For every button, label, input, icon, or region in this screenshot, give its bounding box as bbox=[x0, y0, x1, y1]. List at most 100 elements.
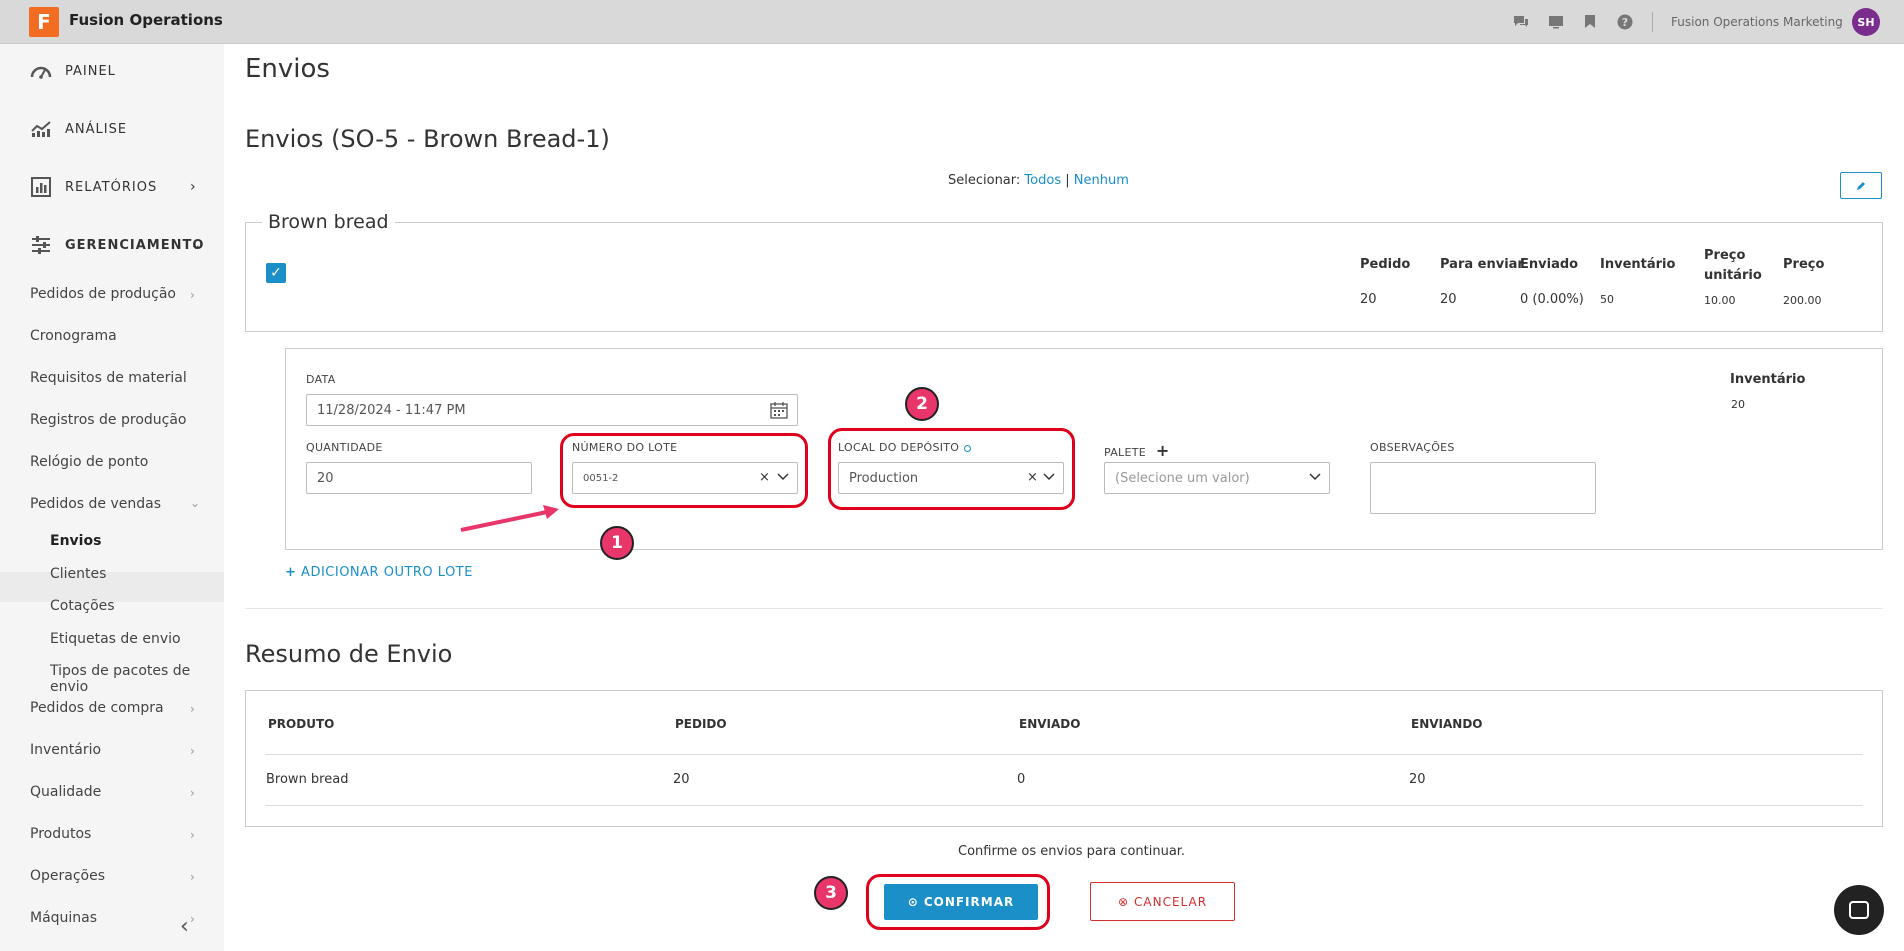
sidebar-item-analise[interactable]: ANÁLISE bbox=[0, 109, 224, 149]
quantity-value: 20 bbox=[317, 470, 334, 486]
chevron-right-icon: › bbox=[190, 288, 195, 302]
summary-header-pedido: PEDIDO bbox=[675, 717, 727, 731]
app-logo[interactable]: F bbox=[29, 7, 59, 37]
summary-header-enviado: ENVIADO bbox=[1019, 717, 1081, 731]
value-pedido: 20 bbox=[1360, 292, 1377, 307]
sidebar-item-operacoes[interactable]: Operações bbox=[30, 868, 105, 884]
check-circle-icon: ⊙ bbox=[907, 895, 919, 909]
reports-icon bbox=[30, 176, 52, 198]
value-enviado: 0 (0.00%) bbox=[1520, 292, 1584, 307]
add-pallet-icon[interactable]: + bbox=[1156, 441, 1170, 460]
product-checkbox[interactable]: ✓ bbox=[266, 263, 286, 283]
value-inventario: 50 bbox=[1600, 293, 1614, 306]
annotation-badge-1: 1 bbox=[600, 526, 634, 560]
sidebar-item-requisitos[interactable]: Requisitos de material bbox=[30, 370, 187, 386]
select-line: Selecionar: Todos | Nenhum bbox=[948, 173, 1129, 188]
pallet-placeholder: (Selecione um valor) bbox=[1115, 470, 1250, 486]
add-lot-link[interactable]: + ADICIONAR OUTRO LOTE bbox=[285, 565, 473, 580]
sidebar-item-pedidos-compra[interactable]: Pedidos de compra bbox=[30, 700, 164, 716]
chevron-right-icon: › bbox=[190, 912, 195, 926]
org-name[interactable]: Fusion Operations Marketing bbox=[1671, 15, 1843, 29]
notes-textarea[interactable] bbox=[1370, 462, 1596, 514]
sidebar-item-label: PAINEL bbox=[65, 63, 116, 79]
top-bar: F Fusion Operations ? Fusion Operations … bbox=[0, 0, 1904, 44]
sidebar-item-relatorios[interactable]: RELATÓRIOS › bbox=[0, 167, 224, 207]
chat-widget-button[interactable] bbox=[1834, 885, 1884, 935]
table-row-divider bbox=[265, 805, 1863, 806]
chevron-right-icon: › bbox=[190, 786, 195, 800]
chevron-right-icon: › bbox=[190, 179, 196, 195]
confirm-button[interactable]: ⊙ CONFIRMAR bbox=[884, 884, 1038, 920]
sidebar-item-registros[interactable]: Registros de produção bbox=[30, 412, 186, 428]
sidebar-item-produtos[interactable]: Produtos bbox=[30, 826, 91, 842]
sidebar-item-pedidos-vendas[interactable]: Pedidos de vendas bbox=[30, 496, 161, 512]
header-pedido: Pedido bbox=[1360, 257, 1411, 272]
screen-icon[interactable] bbox=[1547, 13, 1564, 30]
divider bbox=[245, 608, 1883, 609]
collapse-sidebar-icon[interactable]: ‹ bbox=[180, 914, 189, 939]
sidebar-subitem-clientes[interactable]: Clientes bbox=[50, 566, 106, 582]
help-icon[interactable]: ? bbox=[1616, 13, 1633, 30]
quantity-label: QUANTIDADE bbox=[306, 441, 383, 454]
select-none-link[interactable]: Nenhum bbox=[1074, 173, 1129, 188]
header-preco: Preço bbox=[1783, 257, 1825, 272]
cancel-label: CANCELAR bbox=[1134, 894, 1208, 909]
sidebar-item-maquinas[interactable]: Máquinas bbox=[30, 910, 97, 926]
sidebar-item-gerenciamento[interactable]: GERENCIAMENTO ⌄ bbox=[0, 225, 224, 265]
calendar-icon[interactable] bbox=[770, 402, 788, 419]
section-title: Envios (SO-5 - Brown Bread-1) bbox=[245, 125, 610, 153]
dashboard-icon bbox=[30, 60, 52, 82]
header-enviado: Enviado bbox=[1520, 257, 1579, 272]
sidebar-item-relogio[interactable]: Relógio de ponto bbox=[30, 454, 148, 470]
summary-cell-enviado: 0 bbox=[1017, 772, 1026, 787]
pallet-select[interactable]: (Selecione um valor) bbox=[1104, 462, 1330, 494]
sidebar-item-cronograma[interactable]: Cronograma bbox=[30, 328, 117, 344]
product-name: Brown bread bbox=[262, 211, 395, 233]
chevron-down-icon[interactable] bbox=[1309, 469, 1321, 485]
header-preco-unitario-2: unitário bbox=[1704, 268, 1762, 283]
chevron-down-icon: ⌄ bbox=[190, 496, 201, 510]
add-lot-label: ADICIONAR OUTRO LOTE bbox=[301, 565, 473, 580]
plus-icon: + bbox=[285, 565, 297, 580]
select-separator: | bbox=[1065, 173, 1070, 188]
annotation-badge-3: 3 bbox=[814, 876, 848, 910]
chat-bubble-icon bbox=[1849, 901, 1869, 919]
chevron-right-icon: › bbox=[190, 702, 195, 716]
sidebar-subitem-tipos-pacotes[interactable]: Tipos de pacotes de envio bbox=[50, 663, 224, 695]
summary-header-enviando: ENVIANDO bbox=[1411, 717, 1483, 731]
header-preco-unitario-1: Preço bbox=[1704, 248, 1746, 263]
chat-icon[interactable] bbox=[1512, 13, 1529, 30]
annotation-highlight-1 bbox=[560, 433, 808, 508]
svg-text:?: ? bbox=[1621, 16, 1627, 29]
sidebar-subitem-envios[interactable]: Envios bbox=[50, 533, 101, 549]
select-all-link[interactable]: Todos bbox=[1024, 173, 1061, 188]
pallet-label: PALETE + bbox=[1104, 441, 1170, 460]
sidebar-item-qualidade[interactable]: Qualidade bbox=[30, 784, 101, 800]
date-field[interactable]: 11/28/2024 - 11:47 PM bbox=[306, 394, 798, 426]
annotation-highlight-2 bbox=[828, 428, 1075, 510]
cancel-button[interactable]: ⊗ CANCELAR bbox=[1090, 882, 1235, 921]
edit-button[interactable] bbox=[1840, 172, 1882, 199]
date-value: 11/28/2024 - 11:47 PM bbox=[317, 402, 466, 418]
sidebar-item-painel[interactable]: PAINEL bbox=[0, 51, 224, 91]
sidebar-item-label: GERENCIAMENTO bbox=[65, 237, 205, 253]
sidebar: PAINEL ANÁLISE RELATÓRIOS › GERENCIAMENT… bbox=[0, 44, 224, 951]
product-box bbox=[245, 222, 1883, 332]
analytics-icon bbox=[30, 118, 52, 140]
sidebar-subitem-etiquetas[interactable]: Etiquetas de envio bbox=[50, 631, 181, 647]
summary-cell-enviando: 20 bbox=[1409, 772, 1426, 787]
summary-title: Resumo de Envio bbox=[245, 640, 453, 668]
sidebar-item-inventario[interactable]: Inventário bbox=[30, 742, 101, 758]
confirm-message: Confirme os envios para continuar. bbox=[958, 844, 1186, 859]
lot-inventory-value: 20 bbox=[1731, 398, 1745, 411]
chevron-down-icon: ⌄ bbox=[190, 237, 202, 253]
sidebar-item-pedidos-producao[interactable]: Pedidos de produção bbox=[30, 286, 176, 302]
header-para-enviar: Para enviar bbox=[1440, 257, 1524, 272]
sidebar-subitem-cotacoes[interactable]: Cotações bbox=[50, 598, 115, 614]
quantity-field[interactable]: 20 bbox=[306, 462, 532, 494]
avatar[interactable]: SH bbox=[1852, 8, 1880, 36]
chevron-right-icon: › bbox=[190, 828, 195, 842]
sidebar-item-label: RELATÓRIOS bbox=[65, 179, 158, 195]
summary-table bbox=[245, 690, 1883, 827]
bookmark-icon[interactable] bbox=[1581, 13, 1598, 30]
